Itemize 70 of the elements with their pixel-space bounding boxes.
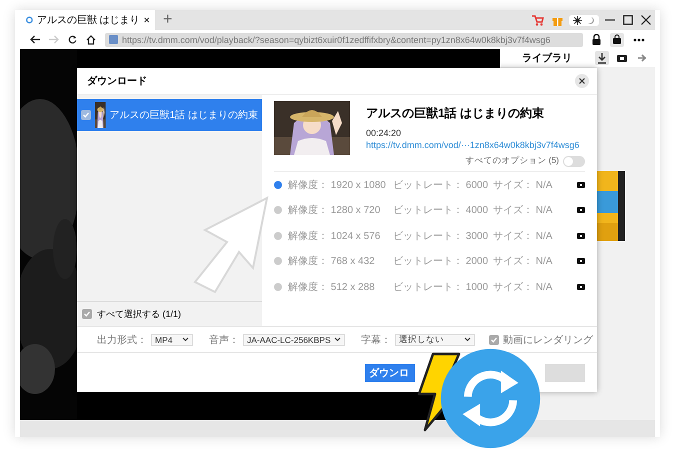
- library-title: ライブラリ: [522, 52, 573, 65]
- address-field[interactable]: https://tv.dmm.com/vod/playback/?season=qybizt6xuir0f1zedffifxbry&content=py1zn8x64w0k8kbj3v7f4wsg6: [105, 32, 583, 46]
- resolution-text: 解像度： 512 x 288: [288, 280, 376, 294]
- new-tab-button[interactable]: +: [163, 12, 172, 28]
- format-dropdown[interactable]: MP4: [151, 334, 193, 346]
- reload-icon[interactable]: [68, 35, 77, 44]
- video-title: アルスの巨獣1話 はじまりの約束: [366, 105, 546, 122]
- download-button[interactable]: ダウンロ: [365, 364, 415, 382]
- radio-button[interactable]: [274, 257, 282, 266]
- checkbox[interactable]: [81, 110, 91, 120]
- video-icon: [616, 52, 628, 64]
- radio-button[interactable]: [274, 282, 282, 291]
- audio-dropdown[interactable]: JA-AAC-LC-256KBPS: [243, 334, 345, 346]
- select-all-label: すべて選択する (1/1): [97, 308, 182, 320]
- home-icon[interactable]: [86, 34, 96, 44]
- lock-icon[interactable]: [592, 34, 601, 45]
- bitrate-text: ビットレート： 3000: [393, 230, 490, 243]
- radio-button[interactable]: [274, 180, 282, 189]
- close-icon[interactable]: [144, 16, 149, 24]
- video-icon[interactable]: [577, 207, 585, 214]
- chevron-icon: [182, 337, 189, 342]
- resolution-text: 解像度： 768 x 432: [288, 254, 376, 268]
- bitrate-text: ビットレート： 4000: [393, 204, 490, 218]
- close-icon[interactable]: [641, 15, 651, 25]
- resolution-text: 解像度： 1024 x 576: [288, 230, 382, 243]
- duration: 00:24:20: [366, 128, 402, 138]
- theme-toggle[interactable]: [569, 14, 599, 26]
- checkbox[interactable]: [82, 309, 92, 319]
- close-icon: [579, 78, 585, 84]
- library-tab[interactable]: [595, 51, 609, 65]
- more-icon[interactable]: [633, 38, 645, 42]
- video-title: アルスの巨獣1話 はじまりの約束: [110, 108, 258, 122]
- back-icon[interactable]: [30, 35, 40, 44]
- bitrate-text: ビットレート： 1000: [393, 280, 490, 294]
- maximize-icon[interactable]: [623, 15, 633, 25]
- sun-icon: [573, 16, 582, 24]
- chevron-icon: [464, 337, 471, 342]
- video-link[interactable]: https://tv.dmm.com/vod/···1zn8x64w0k8kbj3v7f4wsg6: [366, 140, 580, 150]
- video-icon[interactable]: [577, 232, 585, 239]
- subtitle-label: 字幕：: [361, 334, 391, 346]
- all-options-label: すべてのオプション (5): [465, 155, 559, 167]
- format-label: 出力形式：: [97, 334, 147, 346]
- bitrate-text: ビットレート： 6000: [393, 178, 490, 192]
- size-text: サイズ： N/A: [493, 230, 554, 243]
- video-icon[interactable]: [577, 258, 585, 264]
- tab-title: アルスの巨獣 はじまり: [36, 14, 140, 27]
- chevron-icon: [334, 337, 341, 342]
- render-label: 動画にレンダリング: [503, 334, 593, 346]
- size-text: サイズ： N/A: [493, 178, 554, 192]
- subtitle-dropdown[interactable]: 選択しない: [395, 334, 475, 346]
- resolution-text: 解像度： 1280 x 720: [288, 204, 382, 218]
- video-list-item[interactable]: アルスの巨獣1話 はじまりの約束: [77, 99, 262, 131]
- dialog-title: ダウンロード: [87, 74, 148, 88]
- size-text: サイズ： N/A: [493, 255, 554, 268]
- resolution-text: 解像度： 1920 x 1080: [288, 178, 387, 192]
- cart-icon[interactable]: [532, 14, 544, 26]
- bitrate-text: ビットレート： 2000: [393, 255, 490, 268]
- size-text: サイズ： N/A: [493, 204, 554, 218]
- audio-label: 音声：: [209, 334, 239, 346]
- size-text: サイズ： N/A: [493, 280, 554, 294]
- video-icon[interactable]: [577, 182, 585, 188]
- browser-tab[interactable]: アルスの巨獣 はじまり: [20, 10, 155, 30]
- checkbox[interactable]: [489, 334, 499, 344]
- download-icon: [596, 52, 608, 64]
- arrow-icon: [636, 52, 648, 64]
- radio-button[interactable]: [274, 232, 282, 240]
- toggle-switch[interactable]: [563, 156, 585, 166]
- close-button[interactable]: [575, 74, 589, 88]
- video-icon[interactable]: [577, 284, 585, 290]
- radio-button[interactable]: [274, 206, 282, 214]
